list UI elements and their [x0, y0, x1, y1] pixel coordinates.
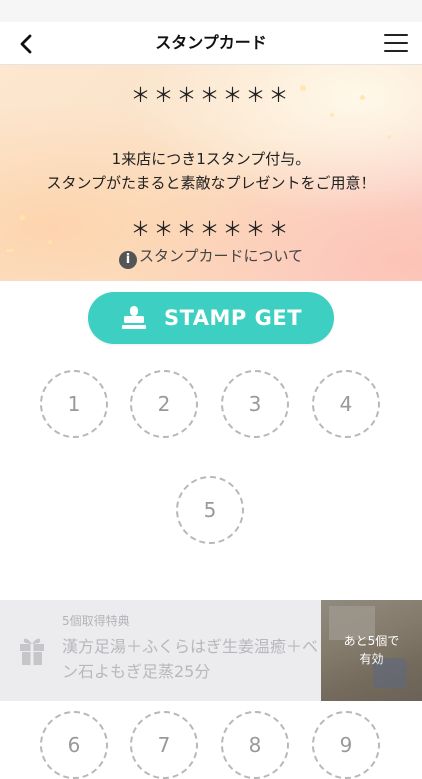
nav-bar: スタンプカード: [0, 22, 422, 65]
stamp-slot-number: 9: [339, 733, 353, 757]
hero-message-line1: 1来店につき1スタンプ付与。: [111, 150, 311, 168]
stamp-slot-number: 1: [67, 392, 81, 416]
status-bar: [0, 0, 422, 22]
stamp-slot-number: 5: [203, 498, 217, 522]
hero-banner: ＊＊＊＊＊＊＊ 1来店につき1スタンプ付与。 スタンプがたまると素敵なプレゼント…: [0, 65, 422, 281]
stamp-slot-number: 2: [157, 392, 171, 416]
stamp-slot: 4: [312, 370, 380, 438]
stamp-get-button[interactable]: STAMP GET: [88, 292, 334, 344]
reward-bonus-card[interactable]: 5個取得特典 漢方足湯＋ふくらはぎ生姜温癒＋ベン石よもぎ足蒸25分 あと5個で …: [0, 600, 422, 701]
reward-valid-text: 有効: [359, 652, 384, 666]
gift-icon: [20, 638, 44, 665]
reward-heading: 5個取得特典: [62, 614, 130, 628]
stamp-slot: 1: [40, 370, 108, 438]
stamp-slot: 5: [176, 476, 244, 544]
stamp-icon: [121, 306, 146, 329]
stamp-slot: 2: [130, 370, 198, 438]
stamp-slot-number: 7: [157, 733, 171, 757]
hamburger-menu-icon[interactable]: [384, 31, 408, 55]
reward-thumbnail: あと5個で 有効: [321, 600, 422, 701]
stamp-slot-number: 3: [248, 392, 262, 416]
about-stamp-card-link[interactable]: i スタンプカードについて: [0, 245, 422, 269]
stamp-get-label: STAMP GET: [163, 306, 303, 330]
decorative-stars-bottom: ＊＊＊＊＊＊＊: [130, 217, 292, 241]
reward-remaining-text: あと5個で: [343, 634, 400, 648]
stamp-slot: 9: [312, 711, 380, 779]
decorative-stars-top: ＊＊＊＊＊＊＊: [130, 83, 292, 107]
stamp-slot: 3: [221, 370, 289, 438]
stamp-slot-number: 4: [339, 392, 353, 416]
about-link-label: スタンプカードについて: [138, 247, 304, 265]
info-icon: i: [118, 251, 137, 269]
stamp-slot-number: 8: [248, 733, 262, 757]
reward-description: 漢方足湯＋ふくらはぎ生姜温癒＋ベン石よもぎ足蒸25分: [62, 637, 319, 681]
stamp-slot-number: 6: [67, 733, 81, 757]
stamp-slot: 7: [130, 711, 198, 779]
stamp-slot: 8: [221, 711, 289, 779]
page-title: スタンプカード: [155, 33, 267, 52]
hero-message-line2: スタンプがたまると素敵なプレゼントをご用意！: [46, 174, 376, 192]
stamp-slot: 6: [40, 711, 108, 779]
